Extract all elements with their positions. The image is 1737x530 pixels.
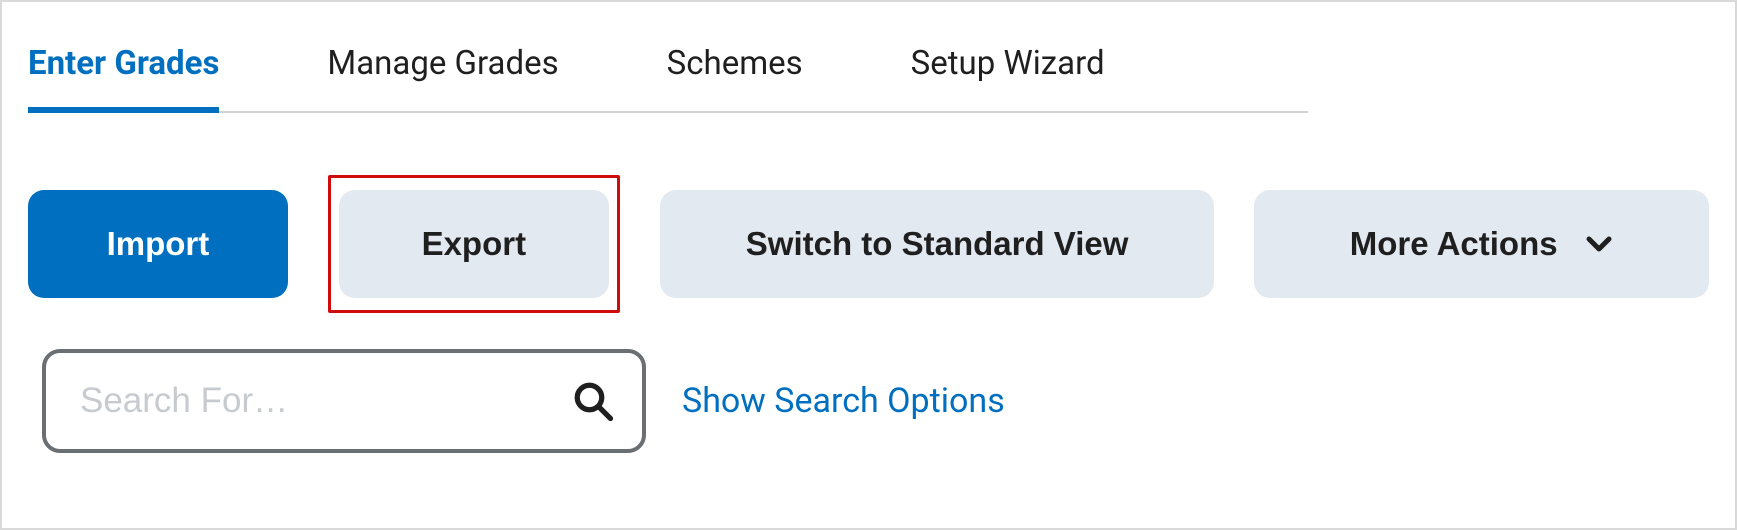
tab-enter-grades[interactable]: Enter Grades <box>28 30 267 111</box>
export-highlight-box: Export <box>328 175 620 313</box>
switch-view-button[interactable]: Switch to Standard View <box>660 190 1215 298</box>
tab-setup-wizard[interactable]: Setup Wizard <box>851 30 1153 111</box>
tab-label: Schemes <box>667 44 803 83</box>
search-row: Show Search Options <box>28 349 1709 453</box>
tab-label: Setup Wizard <box>911 44 1105 83</box>
search-box[interactable] <box>42 349 646 453</box>
toolbar: Import Export Switch to Standard View Mo… <box>28 175 1709 313</box>
grades-page-frame: Enter Grades Manage Grades Schemes Setup… <box>0 0 1737 530</box>
show-search-options-link[interactable]: Show Search Options <box>682 381 1005 421</box>
tabs-bar: Enter Grades Manage Grades Schemes Setup… <box>28 30 1308 113</box>
button-label: Switch to Standard View <box>746 225 1129 263</box>
button-label: More Actions <box>1350 225 1558 263</box>
button-label: Import <box>107 225 210 263</box>
search-icon[interactable] <box>572 380 614 422</box>
link-label: Show Search Options <box>682 381 1005 421</box>
search-input[interactable] <box>80 381 572 421</box>
tab-label: Manage Grades <box>327 44 558 83</box>
button-label: Export <box>422 225 527 263</box>
export-button[interactable]: Export <box>339 190 609 298</box>
tab-label: Enter Grades <box>28 44 219 83</box>
more-actions-button[interactable]: More Actions <box>1254 190 1709 298</box>
tab-schemes[interactable]: Schemes <box>607 30 851 111</box>
chevron-down-icon <box>1584 229 1614 259</box>
tab-manage-grades[interactable]: Manage Grades <box>267 30 606 111</box>
import-button[interactable]: Import <box>28 190 288 298</box>
